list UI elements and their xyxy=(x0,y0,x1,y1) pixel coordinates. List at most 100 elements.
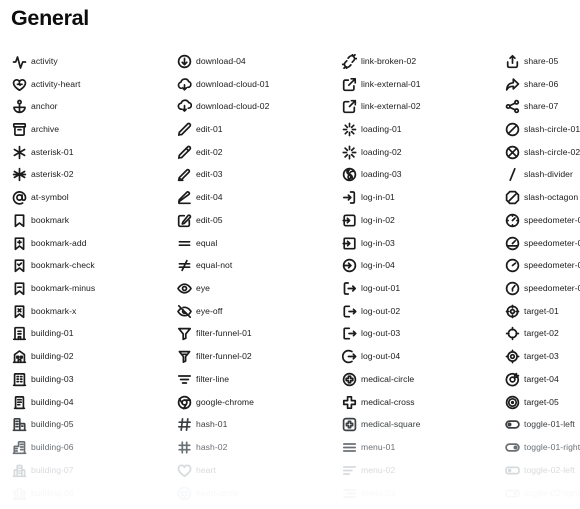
icon-list-item[interactable]: target-01 xyxy=(504,300,580,323)
icon-list-item[interactable]: log-in-04 xyxy=(341,254,493,277)
icon-list-item[interactable]: speedometer-03 xyxy=(504,254,580,277)
icon-list-item[interactable]: bookmark-add xyxy=(11,232,165,255)
icon-list-item[interactable]: asterisk-02 xyxy=(11,164,165,187)
icon-list-item[interactable]: share-07 xyxy=(504,95,580,118)
icon-list-item[interactable]: bookmark-x xyxy=(11,300,165,323)
icon-list-item[interactable]: equal xyxy=(176,232,330,255)
icon-list-item[interactable]: toggle-01-right xyxy=(504,436,580,459)
icon-list-item[interactable]: archive xyxy=(11,118,165,141)
target-04-icon xyxy=(504,371,520,387)
icon-list-item[interactable]: anchor xyxy=(11,95,165,118)
icon-list-item[interactable]: speedometer-02 xyxy=(504,232,580,255)
icon-list-item[interactable]: slash-circle-01 xyxy=(504,118,580,141)
toggle-01-left-icon xyxy=(504,417,520,433)
icon-list-item[interactable]: download-cloud-01 xyxy=(176,73,330,96)
icon-list-item[interactable]: filter-funnel-01 xyxy=(176,323,330,346)
icon-list-item[interactable]: at-symbol xyxy=(11,186,165,209)
icon-list-item[interactable]: building-07 xyxy=(11,459,165,482)
icon-list-item[interactable]: building-01 xyxy=(11,323,165,346)
icon-list-item[interactable]: bookmark-minus xyxy=(11,277,165,300)
icon-list-item[interactable]: edit-04 xyxy=(176,186,330,209)
building-08-icon xyxy=(11,485,27,501)
icon-list-item[interactable]: slash-circle-02 xyxy=(504,141,580,164)
icon-list-item[interactable]: building-06 xyxy=(11,436,165,459)
icon-list-item[interactable]: slash-octagon xyxy=(504,186,580,209)
anchor-icon xyxy=(11,99,27,115)
icon-list-item[interactable]: link-external-01 xyxy=(341,73,493,96)
icon-name-label: link-external-02 xyxy=(361,101,421,112)
icon-name-label: building-01 xyxy=(31,328,74,339)
icon-list-item[interactable]: edit-02 xyxy=(176,141,330,164)
icon-list-item[interactable]: eye xyxy=(176,277,330,300)
icon-list-item[interactable]: building-05 xyxy=(11,414,165,437)
icon-list-item[interactable]: google-chrome xyxy=(176,391,330,414)
icon-list-item[interactable]: menu-02 xyxy=(341,459,493,482)
icon-list-item[interactable]: eye-off xyxy=(176,300,330,323)
icon-list-item[interactable]: hash-02 xyxy=(176,436,330,459)
icon-name-label: building-02 xyxy=(31,351,74,362)
icon-list-item[interactable]: filter-line xyxy=(176,368,330,391)
icon-list-item[interactable]: loading-02 xyxy=(341,141,493,164)
icon-list-item[interactable]: heart xyxy=(176,459,330,482)
icon-list-item[interactable]: link-external-02 xyxy=(341,95,493,118)
icon-list-item[interactable]: heart-circle xyxy=(176,482,330,505)
building-03-icon xyxy=(11,371,27,387)
icon-list-item[interactable]: share-05 xyxy=(504,50,580,73)
icon-list-item[interactable]: slash-divider xyxy=(504,164,580,187)
icon-list-item[interactable]: loading-03 xyxy=(341,164,493,187)
icon-list-item[interactable]: target-02 xyxy=(504,323,580,346)
icon-list-item[interactable]: toggle-02-left xyxy=(504,459,580,482)
icon-list-item[interactable]: asterisk-01 xyxy=(11,141,165,164)
icon-list-item[interactable]: speedometer-01 xyxy=(504,209,580,232)
icon-name-label: toggle-01-left xyxy=(524,419,575,430)
icon-list-item[interactable]: menu-03 xyxy=(341,482,493,505)
icon-list-item[interactable]: medical-cross xyxy=(341,391,493,414)
icon-list-item[interactable]: toggle-01-left xyxy=(504,414,580,437)
medical-square-icon xyxy=(341,417,357,433)
icon-name-label: link-external-01 xyxy=(361,78,421,89)
icon-list-item[interactable]: hash-01 xyxy=(176,414,330,437)
icon-list-item[interactable]: loading-01 xyxy=(341,118,493,141)
icon-list-item[interactable]: edit-01 xyxy=(176,118,330,141)
icon-list-item[interactable]: download-cloud-02 xyxy=(176,95,330,118)
icon-list-item[interactable]: download-04 xyxy=(176,50,330,73)
icon-list-item[interactable]: link-broken-02 xyxy=(341,50,493,73)
icon-list-item[interactable]: medical-circle xyxy=(341,368,493,391)
icon-list-item[interactable]: bookmark xyxy=(11,209,165,232)
icon-list-item[interactable]: filter-funnel-02 xyxy=(176,345,330,368)
icon-list-item[interactable]: building-04 xyxy=(11,391,165,414)
icon-name-label: loading-03 xyxy=(361,169,402,180)
icon-list-item[interactable]: log-in-02 xyxy=(341,209,493,232)
icon-list-item[interactable]: log-out-04 xyxy=(341,345,493,368)
icon-list-item[interactable]: target-05 xyxy=(504,391,580,414)
icon-list-item[interactable]: activity xyxy=(11,50,165,73)
icon-list-item[interactable]: log-out-01 xyxy=(341,277,493,300)
icon-list-item[interactable]: building-03 xyxy=(11,368,165,391)
download-cloud-02-icon xyxy=(176,99,192,115)
icon-list-item[interactable]: edit-05 xyxy=(176,209,330,232)
icon-list-item[interactable]: toggle-02-right xyxy=(504,482,580,505)
icon-list-item[interactable]: share-06 xyxy=(504,73,580,96)
icon-list-item[interactable]: target-04 xyxy=(504,368,580,391)
icon-name-label: asterisk-02 xyxy=(31,169,74,180)
icon-list-item[interactable]: log-in-01 xyxy=(341,186,493,209)
icon-list-item[interactable]: medical-square xyxy=(341,414,493,437)
icon-list-item[interactable]: edit-03 xyxy=(176,164,330,187)
icon-list-item[interactable]: equal-not xyxy=(176,254,330,277)
icon-name-label: slash-circle-02 xyxy=(524,146,580,157)
icon-list-item[interactable]: log-in-03 xyxy=(341,232,493,255)
icon-list-item[interactable]: menu-01 xyxy=(341,436,493,459)
icon-list-item[interactable]: building-08 xyxy=(11,482,165,505)
icon-list-item[interactable]: speedometer-04 xyxy=(504,277,580,300)
log-out-02-icon xyxy=(341,303,357,319)
icon-list-item[interactable]: log-out-03 xyxy=(341,323,493,346)
icon-name-label: medical-circle xyxy=(361,373,415,384)
icon-list-item[interactable]: activity-heart xyxy=(11,73,165,96)
menu-01-icon xyxy=(341,440,357,456)
icon-list-item[interactable]: log-out-02 xyxy=(341,300,493,323)
icon-list-item[interactable]: bookmark-check xyxy=(11,254,165,277)
icon-name-label: at-symbol xyxy=(31,192,69,203)
icon-list-item[interactable]: building-02 xyxy=(11,345,165,368)
icon-list-item[interactable]: target-03 xyxy=(504,345,580,368)
icon-name-label: slash-divider xyxy=(524,169,573,180)
